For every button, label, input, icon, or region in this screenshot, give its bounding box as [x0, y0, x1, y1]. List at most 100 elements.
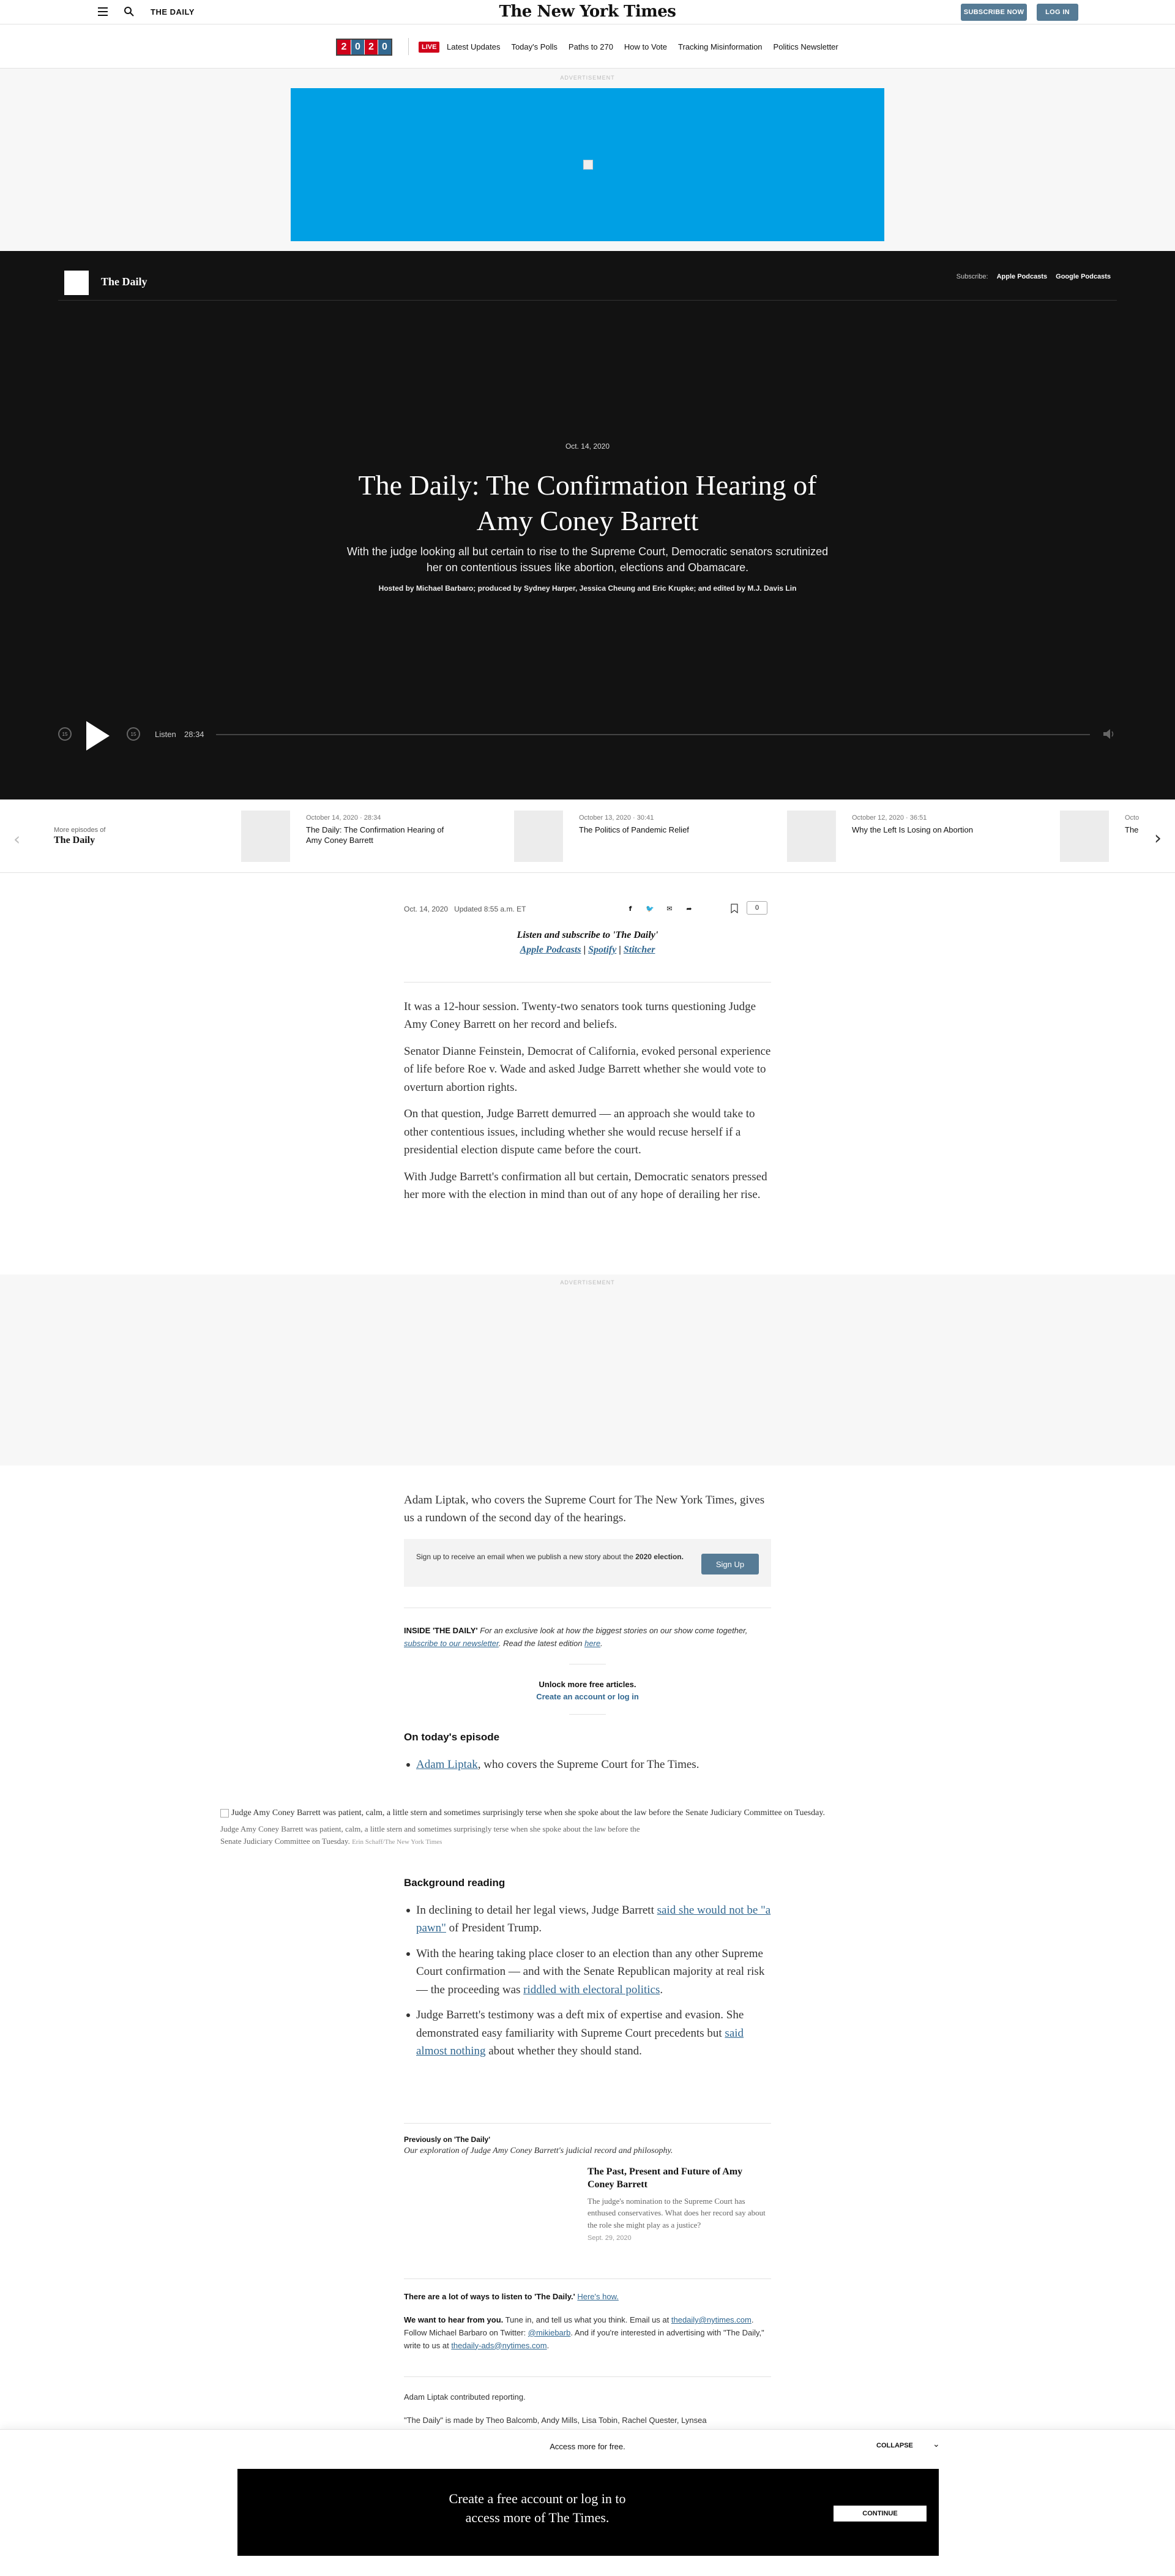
list-item: In declining to detail her legal views, … [404, 1901, 771, 1938]
paragraph: On that question, Judge Barrett demurred… [404, 1107, 755, 1157]
volume-icon[interactable] [1102, 728, 1117, 740]
play-icon[interactable] [86, 721, 110, 751]
related-date: Sept. 29, 2020 [588, 2234, 632, 2242]
signup-text-bold: 2020 election. [635, 1552, 684, 1561]
photo-alt-text: Judge Amy Coney Barrett was patient, cal… [231, 1808, 825, 1818]
timestamp: Oct. 14, 2020 Updated 8:55 a.m. ET [404, 905, 526, 913]
feedback: We want to hear from you. Tune in, and t… [404, 2314, 771, 2352]
bookmark-icon[interactable] [727, 901, 742, 916]
adam-liptak-link[interactable]: Adam Liptak [416, 1758, 478, 1771]
twitter-icon[interactable]: 🐦 [643, 901, 657, 916]
registration-gateway: Access more for free. COLLAPSE ⌄ Create … [0, 2429, 1175, 2576]
bullet-list: In declining to detail her legal views, … [404, 1901, 771, 2061]
paragraph: Senator Dianne Feinstein, Democrat of Ca… [404, 1044, 771, 1094]
photo-credit: Erin Schaff/The New York Times [352, 1838, 442, 1846]
login-button[interactable]: LOG IN [1037, 4, 1078, 21]
more-show[interactable]: The Daily [54, 835, 105, 846]
progress-track[interactable] [216, 734, 1090, 735]
sign-up-button[interactable]: Sign Up [701, 1554, 759, 1574]
list-text: Judge Barrett's testimony was a deft mix… [416, 2009, 744, 2040]
subscribe-label: Subscribe: [956, 273, 988, 280]
masthead: THE DAILY The New York Times SUBSCRIBE N… [0, 0, 1175, 24]
list-text: . [660, 1983, 663, 1996]
stitcher-link[interactable]: Stitcher [624, 945, 655, 955]
email-link[interactable]: thedaily@nytimes.com [671, 2315, 752, 2324]
listen-heading: Listen and subscribe to 'The Daily' [517, 930, 658, 940]
link-politics-newsletter[interactable]: Politics Newsletter [774, 42, 838, 51]
divider [404, 982, 771, 983]
section-heading: On today's episode [404, 1731, 500, 1743]
episode-card[interactable]: October 12, 2020 · 36:51 Why the Left Is… [787, 811, 1050, 862]
feedback-text: . [546, 2340, 550, 2350]
apple-podcasts-link[interactable]: Apple Podcasts [520, 945, 581, 955]
gateway-message: Create a free account or log in to acces… [449, 2491, 626, 2525]
facebook-icon[interactable]: f [623, 901, 638, 916]
related-title[interactable]: The Past, Present and Future of Amy Cone… [588, 2166, 771, 2192]
feedback-text: Tune in, and tell us what you think. Ema… [503, 2315, 671, 2324]
show-logo[interactable] [64, 271, 89, 295]
publish-date: Oct. 14, 2020 [404, 905, 449, 913]
chevron-down-icon[interactable]: ⌄ [933, 2439, 940, 2449]
collapse-button[interactable]: COLLAPSE [876, 2442, 913, 2449]
previously-heading: Previously on 'The Daily' [404, 2135, 491, 2144]
link-how-to-vote[interactable]: How to Vote [624, 42, 667, 51]
twitter-link[interactable]: @mikiebarb [528, 2328, 571, 2337]
chevron-left-icon[interactable]: ‹ [13, 829, 20, 849]
latest-edition-link[interactable]: here [584, 1639, 600, 1648]
broken-image-icon [583, 160, 593, 170]
ad-banner[interactable] [291, 88, 884, 241]
heres-how-link[interactable]: Here's how. [577, 2292, 619, 2301]
spotify-link[interactable]: Spotify [588, 945, 616, 955]
podcast-hero: The Daily Subscribe: Apple Podcasts Goog… [0, 251, 1175, 799]
google-podcasts-link[interactable]: Google Podcasts [1056, 273, 1111, 280]
episode-card[interactable]: October 14, 2020 · 28:34 The Daily: The … [241, 811, 504, 862]
episode-meta: October 14, 2020 · 28:34 [306, 814, 381, 822]
continue-button[interactable]: CONTINUE [834, 2506, 927, 2522]
more-episodes-strip: ‹ More episodes of The Daily October 14,… [0, 799, 1175, 873]
email-icon[interactable]: ✉ [662, 901, 677, 916]
link-latest-updates[interactable]: Latest Updates [447, 42, 500, 51]
episode-card-title: Why the Left Is Losing on Abortion [852, 825, 974, 834]
production-credits: "The Daily" is made by Theo Balcomb, And… [404, 2416, 707, 2425]
show-name[interactable]: The Daily [101, 275, 147, 288]
year-digit: 0 [378, 40, 391, 54]
subscribe-button[interactable]: SUBSCRIBE NOW [961, 4, 1027, 21]
bullet-list: Adam Liptak, who covers the Supreme Cour… [404, 1756, 771, 1773]
election-2020-logo[interactable]: 2 0 2 0 [336, 39, 392, 56]
share-icon[interactable]: ➦ [682, 901, 696, 916]
link-paths-270[interactable]: Paths to 270 [569, 42, 613, 51]
link-todays-polls[interactable]: Today's Polls [511, 42, 557, 51]
inside-text: For an exclusive look at how the biggest… [480, 1626, 748, 1635]
section-heading: Background reading [404, 1877, 505, 1889]
episode-card-title: The Politics of Pandemic Relief [579, 825, 689, 834]
rewind-15-icon[interactable]: 15 [58, 727, 72, 741]
todays-episode: On today's episode Adam Liptak, who cove… [404, 1731, 771, 1781]
gateway-box: Create a free account or log in to acces… [237, 2469, 939, 2556]
related-episode-card[interactable]: The Past, Present and Future of Amy Cone… [588, 2166, 771, 2242]
year-digit: 2 [364, 40, 378, 54]
divider [58, 300, 1117, 301]
chevron-right-icon[interactable]: › [1154, 828, 1162, 849]
ads-email-link[interactable]: thedaily-ads@nytimes.com [451, 2341, 546, 2350]
election-links: Latest Updates Today's Polls Paths to 27… [447, 42, 838, 51]
ways-to-listen: There are a lot of ways to listen to 'Th… [404, 2291, 771, 2304]
comments-button[interactable]: 0 [747, 901, 767, 915]
article-link[interactable]: riddled with electoral politics [523, 1983, 660, 1996]
forward-15-icon[interactable]: 15 [127, 727, 140, 741]
episode-card[interactable]: Octo The [1060, 811, 1140, 862]
article-photo: Judge Amy Coney Barrett was patient, cal… [220, 1808, 955, 1847]
contributor-note: Adam Liptak contributed reporting. [404, 2392, 526, 2402]
photo-alt: Judge Amy Coney Barrett was patient, cal… [220, 1808, 955, 1818]
ad-band: Advertisement [0, 69, 1175, 251]
list-text: In declining to detail her legal views, … [416, 1904, 657, 1917]
episode-card[interactable]: October 13, 2020 · 30:41 The Politics of… [514, 811, 777, 862]
article-body: Adam Liptak, who covers the Supreme Cour… [404, 1491, 771, 1527]
year-digit: 2 [337, 40, 351, 54]
create-account-link[interactable]: Create an account or log in [404, 1691, 771, 1703]
inside-label: INSIDE 'THE DAILY' [404, 1626, 478, 1635]
newsletter-link[interactable]: subscribe to our newsletter [404, 1639, 499, 1648]
article-body: It was a 12-hour session. Twenty-two sen… [404, 998, 771, 1204]
apple-podcasts-link[interactable]: Apple Podcasts [997, 273, 1048, 280]
divider [404, 2123, 771, 2124]
link-tracking-misinformation[interactable]: Tracking Misinformation [678, 42, 763, 51]
